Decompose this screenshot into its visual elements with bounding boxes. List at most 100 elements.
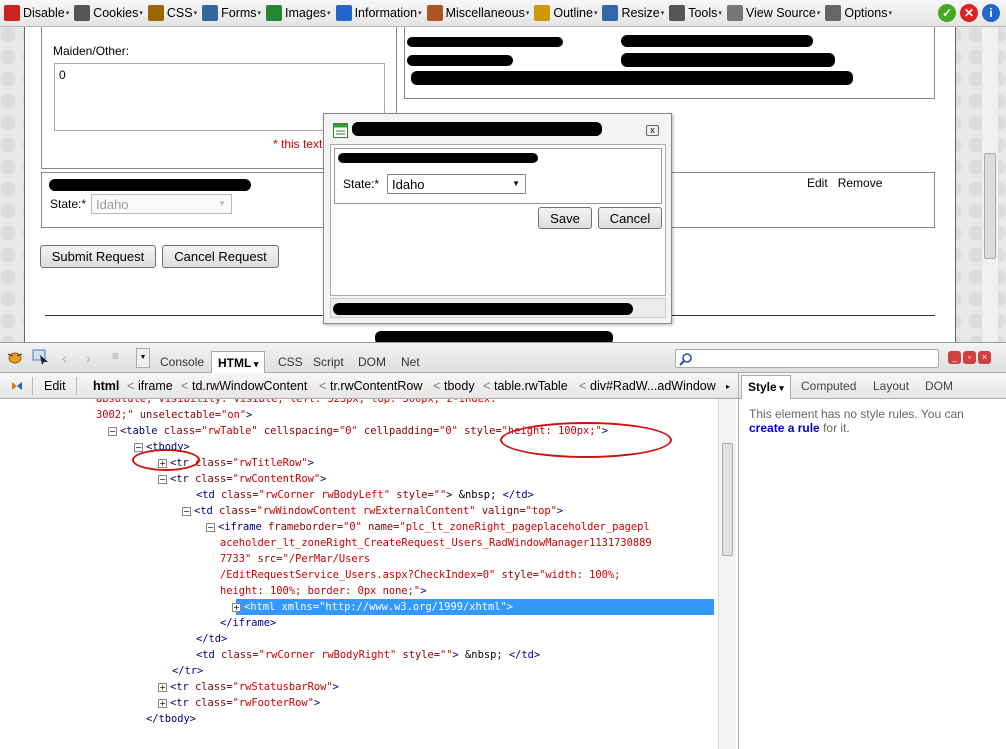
code-token: "0" xyxy=(338,425,358,437)
detach-icon[interactable]: ▫ xyxy=(963,351,976,364)
wd-menu-item[interactable]: Options ▾ xyxy=(823,2,895,25)
wd-menu-item[interactable]: Resize ▾ xyxy=(600,2,667,25)
dialog-body: State:* Idaho ▼ Save Cancel xyxy=(330,144,666,296)
wd-menu-item[interactable]: CSS ▾ xyxy=(146,2,200,25)
wd-menu-label: Disable xyxy=(23,6,65,20)
breadcrumb-separator: < xyxy=(127,379,135,393)
scrollbar-thumb[interactable] xyxy=(984,153,996,259)
wd-menu-item[interactable]: Miscellaneous ▾ xyxy=(425,2,533,25)
information-icon xyxy=(335,5,352,21)
side-tab-label: Layout xyxy=(873,379,910,393)
breadcrumb-item[interactable]: html xyxy=(93,379,119,393)
html-node-line[interactable]: − <td class="rwWindowContent rwExternalCo… xyxy=(182,503,563,519)
tab-net[interactable]: Net xyxy=(401,355,420,369)
minimize-icon[interactable]: _ xyxy=(948,351,961,364)
html-node-line[interactable]: absolute; visibility: visible; left: 323… xyxy=(96,399,496,407)
wd-menu-item[interactable]: Cookies ▾ xyxy=(72,2,146,25)
html-node-line[interactable]: height: 100%; border: 0px none;"> xyxy=(220,583,426,599)
html-node-line[interactable]: <td class="rwCorner rwBodyRight" style="… xyxy=(196,647,540,663)
collapse-icon[interactable]: − xyxy=(182,506,191,516)
breadcrumb-item[interactable]: tr.rwContentRow xyxy=(330,379,422,393)
html-node-line[interactable]: 7733" src="/PerMar/Users xyxy=(220,551,370,567)
create-rule-link[interactable]: create a rule xyxy=(749,421,820,435)
breadcrumb-item[interactable]: td.rwWindowContent xyxy=(192,379,307,393)
html-node-line[interactable]: </tbody> xyxy=(146,711,196,727)
collapse-icon[interactable]: − xyxy=(108,426,117,436)
submit-request-button[interactable]: Submit Request xyxy=(40,245,156,268)
close-icon[interactable]: × xyxy=(978,351,991,364)
collapse-icon[interactable]: − xyxy=(206,522,215,532)
side-tab-layout[interactable]: Layout xyxy=(873,379,909,393)
breadcrumb-item[interactable]: iframe xyxy=(138,379,173,393)
tab-console[interactable]: Console xyxy=(160,355,204,369)
html-scrollbar[interactable] xyxy=(718,399,736,749)
check-icon[interactable]: ✓ xyxy=(938,4,956,22)
html-node-line[interactable]: + <html xmlns="http://www.w3.org/1999/xht… xyxy=(232,599,513,615)
menu-icon[interactable]: ≡ xyxy=(112,349,119,363)
breadcrumb-item[interactable]: div#RadW...adWindow xyxy=(590,379,716,393)
page-scrollbar[interactable] xyxy=(981,27,998,342)
wd-menu-item[interactable]: Disable ▾ xyxy=(2,2,72,25)
html-node-line[interactable]: </iframe> xyxy=(220,615,276,631)
collapse-icon[interactable]: − xyxy=(134,442,143,452)
html-node-line[interactable]: + <tr class="rwFooterRow"> xyxy=(158,695,320,711)
expand-icon[interactable]: + xyxy=(158,698,167,708)
breadcrumb-more-icon[interactable]: ▸ xyxy=(726,382,730,391)
inspect-arrows-icon[interactable] xyxy=(10,379,24,393)
miscellaneous-icon xyxy=(426,5,443,21)
chevron-down-icon: ▾ xyxy=(327,10,331,17)
breadcrumb-item[interactable]: table.rwTable xyxy=(494,379,568,393)
breadcrumb-item[interactable]: tbody xyxy=(444,379,475,393)
code-token: src= xyxy=(251,553,283,565)
inspect-icon[interactable] xyxy=(32,349,50,365)
wd-menu-item[interactable]: Images ▾ xyxy=(264,2,334,25)
code-token: </td> xyxy=(196,633,228,645)
breadcrumb-separator: < xyxy=(181,379,189,393)
cancel-button[interactable]: Cancel xyxy=(598,207,662,229)
forward-icon[interactable]: › xyxy=(86,350,91,366)
expand-icon[interactable]: + xyxy=(232,602,241,612)
firebug-icon[interactable] xyxy=(6,350,24,364)
firebug-search-input[interactable] xyxy=(675,349,939,368)
code-token: class= xyxy=(188,697,233,709)
html-node-line[interactable]: </td> xyxy=(196,631,227,647)
cancel-request-button[interactable]: Cancel Request xyxy=(162,245,279,268)
side-tab-computed[interactable]: Computed xyxy=(801,379,856,393)
redaction xyxy=(49,179,251,191)
stop-icon[interactable]: ✕ xyxy=(960,4,978,22)
tab-css[interactable]: CSS xyxy=(278,355,303,369)
edit-button[interactable]: Edit xyxy=(44,379,66,393)
remove-link[interactable]: Remove xyxy=(838,176,883,190)
back-icon[interactable]: ‹ xyxy=(62,350,67,366)
modal-state-select[interactable]: Idaho ▼ xyxy=(387,174,526,194)
close-icon[interactable]: x xyxy=(646,125,659,136)
tab-script[interactable]: Script xyxy=(313,355,344,369)
side-tab-style[interactable]: Style ▾ xyxy=(741,375,791,399)
info-icon[interactable]: i xyxy=(982,4,1000,22)
style-message: This element has no style rules. You can xyxy=(749,407,964,421)
html-node-line[interactable]: /EditRequestService_Users.aspx?CheckInde… xyxy=(220,567,620,583)
wd-menu-item[interactable]: View Source ▾ xyxy=(725,2,823,25)
tab-html[interactable]: HTML ▾ xyxy=(211,351,266,373)
save-button[interactable]: Save xyxy=(538,207,592,229)
html-node-line[interactable]: − <tr class="rwContentRow"> xyxy=(158,471,326,487)
dropdown-arrow-icon[interactable]: ▼ xyxy=(136,348,150,368)
html-node-line[interactable]: 3002;" unselectable="on"> xyxy=(96,407,252,423)
scrollbar-thumb[interactable] xyxy=(722,443,733,556)
wd-menu-item[interactable]: Outline ▾ xyxy=(532,2,600,25)
edit-link[interactable]: Edit xyxy=(807,176,828,190)
wd-menu-item[interactable]: Forms ▾ xyxy=(200,2,264,25)
wd-menu-item[interactable]: Tools ▾ xyxy=(667,2,725,25)
html-node-line[interactable]: aceholder_lt_zoneRight_CreateRequest_Use… xyxy=(220,535,652,551)
html-node-line[interactable]: </tr> xyxy=(172,663,203,679)
expand-icon[interactable]: + xyxy=(158,682,167,692)
html-node-line[interactable]: − <iframe frameborder="0" name="plc_lt_zo… xyxy=(206,519,650,535)
side-tab-dom[interactable]: DOM xyxy=(925,379,953,393)
tab-dom[interactable]: DOM xyxy=(358,355,386,369)
wd-menu-item[interactable]: Information ▾ xyxy=(334,2,425,25)
html-node-line[interactable]: + <tr class="rwStatusbarRow"> xyxy=(158,679,339,695)
html-node-line[interactable]: <td class="rwCorner rwBodyLeft" style=""… xyxy=(196,487,534,503)
dialog-titlebar[interactable]: x xyxy=(324,114,671,144)
redaction xyxy=(352,122,602,136)
collapse-icon[interactable]: − xyxy=(158,474,167,484)
